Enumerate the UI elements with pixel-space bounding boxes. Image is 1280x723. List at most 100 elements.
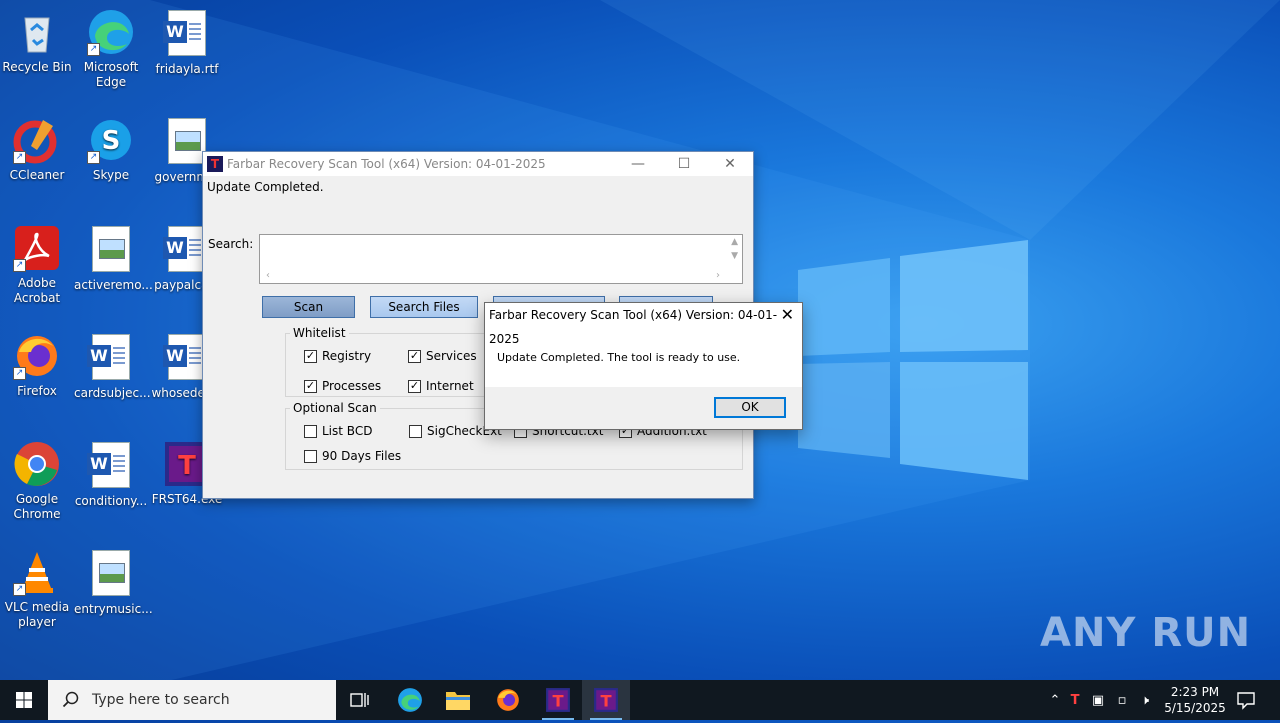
checkbox-list-bcd[interactable]: List BCD: [304, 424, 372, 438]
show-hidden-icons-icon[interactable]: ⌃: [1046, 693, 1064, 708]
desktop-icon-activeremo[interactable]: activeremo...: [74, 224, 153, 293]
status-text: Update Completed.: [207, 180, 324, 194]
scroll-left-icon[interactable]: ‹: [266, 270, 270, 281]
taskbar-clock[interactable]: 2:23 PM 5/15/2025: [1160, 684, 1230, 716]
image-file-icon: [87, 226, 135, 274]
frst-app-icon: T: [207, 156, 223, 172]
anyrun-watermark: ANY RUN: [1040, 610, 1252, 656]
checkbox-unchecked-icon[interactable]: [304, 424, 317, 438]
vlc-icon: ↗: [13, 548, 61, 596]
windows-start-icon: [16, 692, 32, 708]
shortcut-arrow-icon: ↗: [87, 43, 100, 56]
checkbox-90-days-files[interactable]: 90 Days Files: [304, 449, 401, 463]
checkbox-registry[interactable]: ✓ Registry: [304, 349, 371, 363]
icon-label: CCleaner: [9, 168, 65, 182]
checkbox-internet[interactable]: ✓ Internet: [408, 379, 474, 393]
checkbox-label: List BCD: [322, 424, 373, 438]
checkbox-unchecked-icon[interactable]: [409, 424, 422, 438]
whitelist-label: Whitelist: [290, 326, 349, 340]
search-label: Search:: [208, 237, 254, 251]
taskbar-frst-2[interactable]: T: [582, 680, 630, 720]
desktop-icon-ccleaner[interactable]: ↗ CCleaner: [0, 116, 74, 183]
taskbar-firefox[interactable]: [484, 680, 532, 720]
maximize-button[interactable]: ☐: [661, 152, 707, 176]
meet-now-icon[interactable]: ▣: [1086, 693, 1110, 708]
desktop-icon-recycle-bin[interactable]: Recycle Bin: [0, 8, 74, 75]
recycle-bin-icon: [13, 8, 61, 56]
network-icon[interactable]: ▫: [1110, 693, 1134, 708]
checkbox-label: Internet: [426, 379, 474, 393]
taskbar-edge[interactable]: [386, 680, 434, 720]
ccleaner-icon: ↗: [13, 116, 61, 164]
frst-app-icon: T: [546, 688, 570, 712]
volume-icon[interactable]: 🕨: [1134, 693, 1156, 708]
word-document-icon: W: [87, 442, 135, 490]
desktop-icon-conditiony[interactable]: W conditiony...: [74, 440, 148, 509]
acrobat-icon: ↗: [13, 224, 61, 272]
checkbox-checked-icon[interactable]: ✓: [408, 379, 421, 393]
icon-label: activeremo...: [74, 278, 153, 292]
svg-text:S: S: [102, 126, 121, 156]
desktop-icon-firefox[interactable]: ↗ Firefox: [0, 332, 74, 399]
scroll-up-icon[interactable]: ▲: [731, 237, 738, 247]
taskbar-search-box[interactable]: Type here to search: [48, 680, 336, 720]
folder-icon: [446, 692, 470, 710]
scan-button[interactable]: Scan: [262, 296, 355, 318]
desktop-icon-cardsubjec[interactable]: W cardsubjec...: [74, 332, 151, 401]
close-button[interactable]: ✕: [707, 152, 753, 176]
edge-icon: [398, 688, 422, 712]
search-input[interactable]: ▲ ▼ ‹ ›: [259, 234, 743, 284]
checkbox-services[interactable]: ✓ Services: [408, 349, 477, 363]
dialog-close-icon[interactable]: ✕: [781, 305, 794, 324]
icon-label: entrymusic...: [74, 602, 153, 616]
clock-time: 2:23 PM: [1170, 685, 1220, 699]
frst-tray-icon[interactable]: T: [1064, 693, 1086, 708]
task-view-icon: [350, 693, 369, 707]
checkbox-label: Registry: [322, 349, 372, 363]
icon-label: fridayla.rtf: [155, 62, 219, 76]
desktop-icon-chrome[interactable]: Google Chrome: [0, 440, 74, 522]
scroll-right-icon[interactable]: ›: [716, 270, 720, 281]
task-view-button[interactable]: [336, 680, 384, 720]
desktop-icon-fridayla[interactable]: W fridayla.rtf: [150, 8, 224, 77]
shortcut-arrow-icon: ↗: [13, 367, 26, 380]
frst-app-icon: T: [594, 688, 618, 712]
icon-label: Recycle Bin: [2, 60, 72, 74]
checkbox-checked-icon[interactable]: ✓: [408, 349, 421, 363]
checkbox-label: Services: [426, 349, 477, 363]
image-file-icon: [87, 550, 135, 598]
icon-label: Google Chrome: [13, 492, 61, 521]
window-title: Farbar Recovery Scan Tool (x64) Version:…: [227, 157, 546, 171]
desktop-icon-vlc[interactable]: ↗ VLC media player: [0, 548, 74, 630]
checkbox-checked-icon[interactable]: ✓: [304, 379, 317, 393]
desktop-icon-skype[interactable]: S ↗ Skype: [74, 116, 148, 183]
checkbox-unchecked-icon[interactable]: [304, 449, 317, 463]
icon-label: Microsoft Edge: [83, 60, 139, 89]
shortcut-arrow-icon: ↗: [13, 259, 26, 272]
scroll-down-icon[interactable]: ▼: [731, 251, 738, 261]
shortcut-arrow-icon: ↗: [87, 151, 100, 164]
checkbox-checked-icon[interactable]: ✓: [304, 349, 317, 363]
notifications-icon[interactable]: [1236, 690, 1256, 710]
checkbox-label: 90 Days Files: [322, 449, 402, 463]
shortcut-arrow-icon: ↗: [13, 151, 26, 164]
optional-scan-label: Optional Scan: [290, 401, 380, 415]
icon-label: VLC media player: [4, 600, 70, 629]
start-button[interactable]: [0, 680, 48, 720]
icon-label: conditiony...: [74, 494, 148, 508]
windows-logo-wallpaper: [798, 240, 1028, 480]
taskbar-file-explorer[interactable]: [434, 680, 482, 720]
desktop-icon-entrymusic[interactable]: entrymusic...: [74, 548, 153, 617]
search-icon: [62, 691, 79, 708]
search-files-button[interactable]: Search Files: [370, 296, 478, 318]
ok-button[interactable]: OK: [714, 397, 786, 418]
taskbar-frst-1[interactable]: T: [534, 680, 582, 720]
minimize-button[interactable]: —: [615, 152, 661, 176]
desktop-icon-adobe-acrobat[interactable]: ↗ Adobe Acrobat: [0, 224, 74, 306]
frst-titlebar[interactable]: T Farbar Recovery Scan Tool (x64) Versio…: [203, 152, 753, 176]
word-document-icon: W: [87, 334, 135, 382]
desktop-icon-edge[interactable]: ↗ Microsoft Edge: [74, 8, 148, 90]
skype-icon: S ↗: [87, 116, 135, 164]
checkbox-processes[interactable]: ✓ Processes: [304, 379, 381, 393]
icon-label: Skype: [92, 168, 130, 182]
